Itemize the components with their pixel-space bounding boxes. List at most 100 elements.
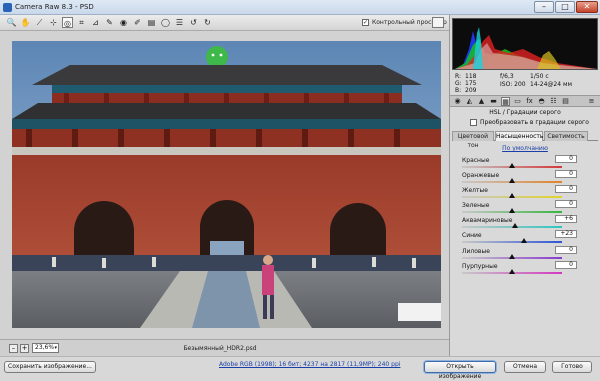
zoom-tool-icon[interactable]: 🔍 <box>6 17 17 28</box>
slider-thumb[interactable] <box>509 193 515 198</box>
camera-calibration-icon[interactable]: ◓ <box>537 97 546 106</box>
slider-row: Желтые 0 <box>462 185 577 201</box>
slider-track[interactable] <box>462 241 562 243</box>
g-label: G: <box>455 80 462 87</box>
detail-icon[interactable]: ▲ <box>477 97 486 106</box>
slider-label: Оранжевые <box>462 172 500 179</box>
zoom-level-select[interactable]: 23,6% ▾ <box>32 343 59 353</box>
g-value: 175 <box>465 80 477 87</box>
hsl-panel-icon[interactable]: ▦ <box>501 97 510 106</box>
convert-grayscale-checkbox[interactable] <box>470 119 477 126</box>
convert-grayscale-label: Преобразовать в градации серого <box>480 119 589 126</box>
histogram-graph <box>453 19 597 69</box>
slider-value-field[interactable]: +6 <box>555 215 577 223</box>
slider-row: Зеленые 0 <box>462 200 577 216</box>
slider-label: Красные <box>462 157 490 164</box>
slider-row: Пурпурные 0 <box>462 261 577 277</box>
r-value: 118 <box>465 73 477 80</box>
aperture: f/6,3 <box>500 73 514 80</box>
slider-value-field[interactable]: 0 <box>555 246 577 254</box>
slider-thumb[interactable] <box>509 254 515 259</box>
color-sampler-tool-icon[interactable]: ⊹ <box>48 17 59 28</box>
white-balance-tool-icon[interactable]: ⟋ <box>34 17 45 28</box>
preview-image[interactable] <box>12 41 441 328</box>
tone-curve-icon[interactable]: ◭ <box>465 97 474 106</box>
zoom-in-button[interactable]: + <box>20 344 29 353</box>
convert-grayscale-toggle[interactable]: Преобразовать в градации серого <box>470 119 589 126</box>
done-button[interactable]: Готово <box>552 361 592 373</box>
shutter-speed: 1/50 с <box>530 73 549 80</box>
graduated-filter-tool-icon[interactable]: ▤ <box>146 17 157 28</box>
slider-label: Желтые <box>462 187 488 194</box>
toolbar: 🔍 ✋ ⟋ ⊹ ◎ ⌗ ⊿ ✎ ◉ ✐ ▤ ◯ ☰ ↺ ↻ ✓ Контрольный просмотр <box>0 15 449 31</box>
radial-filter-tool-icon[interactable]: ◯ <box>160 17 171 28</box>
lens-corrections-icon[interactable]: ▭ <box>513 97 522 106</box>
slider-thumb[interactable] <box>509 178 515 183</box>
panel-tab-icons: ◉ ◭ ▲ ▬ ▦ ▭ fx ◓ ☷ ▤ ≡ <box>450 95 600 107</box>
hsl-tabs: Цветовой тон Насыщенность Светимость <box>452 131 598 149</box>
save-image-button[interactable]: Сохранить изображение... <box>4 361 96 373</box>
slider-value-field[interactable]: 0 <box>555 185 577 193</box>
open-image-button[interactable]: Открыть изображение <box>424 361 496 380</box>
slider-value-field[interactable]: 0 <box>555 200 577 208</box>
slider-label: Зеленые <box>462 202 490 209</box>
slider-thumb[interactable] <box>509 208 515 213</box>
panel-title: HSL / Градации серого <box>489 109 561 116</box>
slider-thumb[interactable] <box>512 223 518 228</box>
straighten-tool-icon[interactable]: ⊿ <box>90 17 101 28</box>
presets-icon[interactable]: ☷ <box>549 97 558 106</box>
snapshots-icon[interactable]: ▤ <box>561 97 570 106</box>
rotate-right-tool-icon[interactable]: ↻ <box>202 17 213 28</box>
tab-luminance[interactable]: Светимость <box>544 131 588 141</box>
close-window-button[interactable]: ✕ <box>576 1 598 13</box>
slider-value-field[interactable]: 0 <box>555 170 577 178</box>
slider-label: Синие <box>462 232 482 239</box>
workflow-options-link[interactable]: Adobe RGB (1998); 16 бит; 4237 на 2817 (… <box>219 361 400 368</box>
tab-saturation[interactable]: Насыщенность <box>495 131 543 141</box>
basic-panel-icon[interactable]: ◉ <box>453 97 462 106</box>
preview-checkbox[interactable]: ✓ <box>362 19 369 26</box>
slider-label: Аквамариновые <box>462 217 513 224</box>
crop-tool-icon[interactable]: ⌗ <box>76 17 87 28</box>
slider-label: Пурпурные <box>462 263 498 270</box>
window-titlebar: Camera Raw 8.3 - PSD – □ ✕ <box>0 0 600 15</box>
fullscreen-icon[interactable] <box>432 17 444 28</box>
maximize-button[interactable]: □ <box>555 1 575 13</box>
canvas-statusbar: – + 23,6% ▾ Безымянный_HDR2.psd <box>0 339 449 356</box>
zoom-out-button[interactable]: – <box>9 344 18 353</box>
rotate-left-tool-icon[interactable]: ↺ <box>188 17 199 28</box>
split-toning-icon[interactable]: ▬ <box>489 97 498 106</box>
slider-row: Красные 0 <box>462 155 577 171</box>
slider-value-field[interactable]: +23 <box>555 230 577 238</box>
panel-menu-icon[interactable]: ≡ <box>587 97 596 106</box>
preferences-tool-icon[interactable]: ☰ <box>174 17 185 28</box>
histogram <box>452 18 598 70</box>
iso: ISO: 200 <box>500 81 526 88</box>
forbidden-city-gate-photo <box>12 41 441 328</box>
slider-thumb[interactable] <box>520 238 527 243</box>
lens: 14-24@24 мм <box>530 81 573 88</box>
slider-thumb[interactable] <box>509 163 515 168</box>
minimize-button[interactable]: – <box>534 1 554 13</box>
adjustment-brush-tool-icon[interactable]: ✐ <box>132 17 143 28</box>
slider-value-field[interactable]: 0 <box>555 261 577 269</box>
chevron-down-icon: ▾ <box>54 345 57 351</box>
slider-row: Синие +23 <box>462 230 577 246</box>
cancel-button[interactable]: Отмена <box>504 361 546 373</box>
slider-row: Оранжевые 0 <box>462 170 577 186</box>
spot-removal-tool-icon[interactable]: ✎ <box>104 17 115 28</box>
slider-label: Лиловые <box>462 248 490 255</box>
slider-thumb[interactable] <box>509 269 515 274</box>
effects-icon[interactable]: fx <box>525 97 534 106</box>
slider-row: Аквамариновые +6 <box>462 215 577 231</box>
camera-info: R: 118 G: 175 B: 209 f/6,3 1/50 с ISO: 2… <box>452 71 598 94</box>
targeted-adjustment-tool-icon[interactable]: ◎ <box>62 17 73 28</box>
tab-hue[interactable]: Цветовой тон <box>452 131 494 149</box>
hand-tool-icon[interactable]: ✋ <box>20 17 31 28</box>
b-label: B: <box>455 87 462 94</box>
defaults-link[interactable]: По умолчанию <box>452 145 598 152</box>
slider-value-field[interactable]: 0 <box>555 155 577 163</box>
red-eye-tool-icon[interactable]: ◉ <box>118 17 129 28</box>
camera-raw-app-icon <box>3 3 12 12</box>
slider-row: Лиловые 0 <box>462 246 577 262</box>
